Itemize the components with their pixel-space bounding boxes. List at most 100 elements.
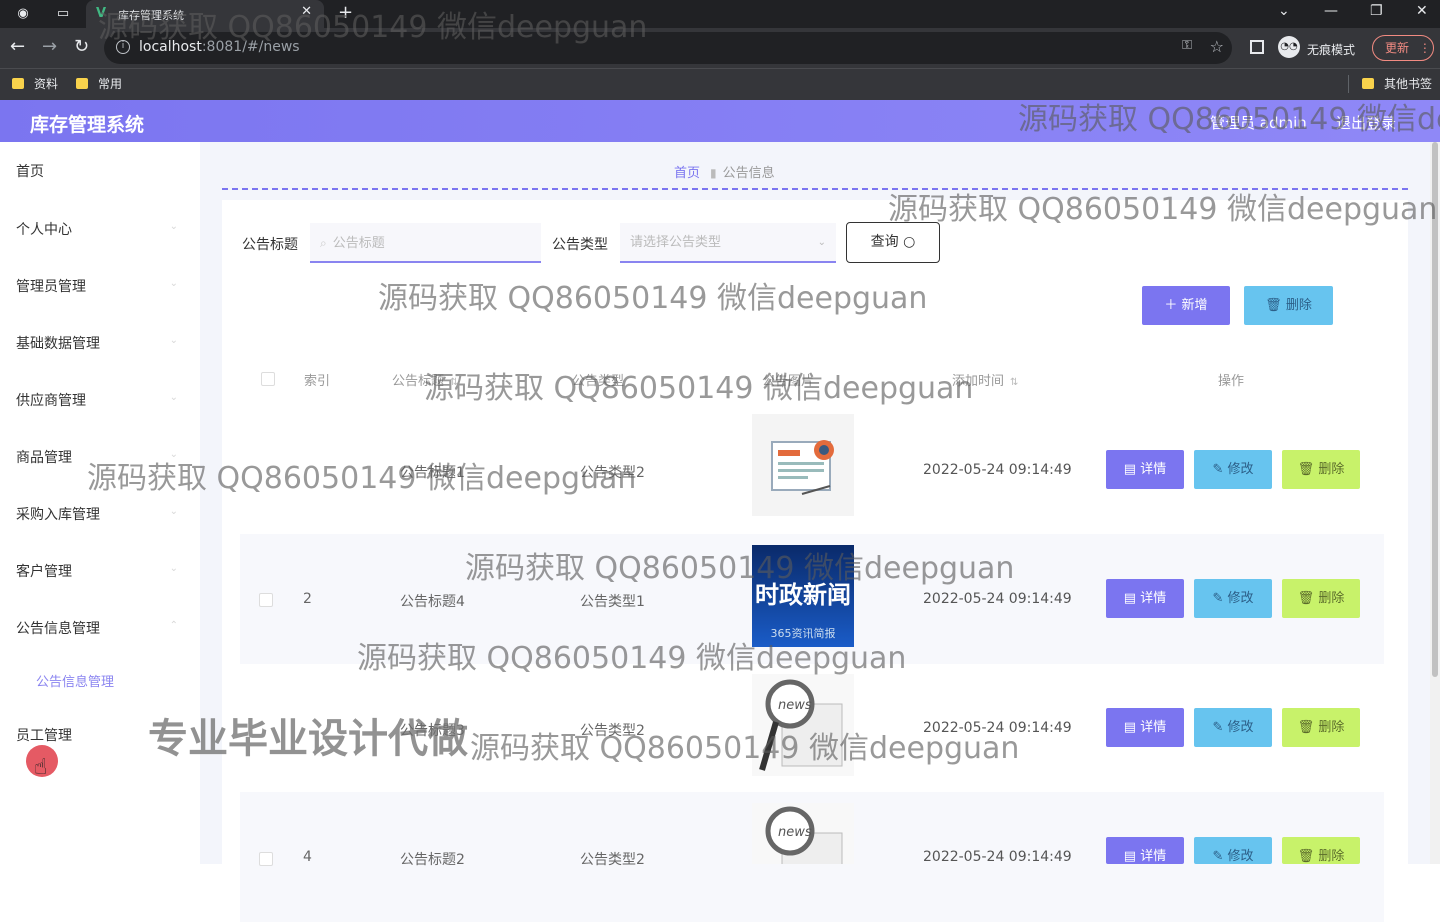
- tab-search-icon[interactable]: ▭: [54, 6, 72, 22]
- type-search-label: 公告类型: [552, 237, 608, 253]
- update-button[interactable]: 更新 ⋮: [1372, 35, 1434, 61]
- header-time[interactable]: 添加时间 ⇅: [952, 370, 1018, 389]
- document-icon: ▤: [1123, 720, 1137, 735]
- sidebar-item-profile[interactable]: 个人中心 ⌄: [16, 219, 186, 239]
- image-caption: 时政新闻: [755, 581, 851, 609]
- sort-icon[interactable]: ⇅: [450, 377, 458, 388]
- url-text[interactable]: localhost:8081/#/news: [139, 39, 300, 55]
- batch-delete-button[interactable]: 🗑 删除: [1244, 286, 1333, 325]
- bookmark-folder-changyong[interactable]: 常用: [76, 75, 122, 92]
- sort-icon[interactable]: ⇅: [1010, 377, 1018, 388]
- document-icon: ▤: [1123, 591, 1137, 606]
- cell-time: 2022-05-24 09:14:49: [923, 591, 1072, 607]
- edit-button[interactable]: ✎ 修改: [1194, 579, 1272, 618]
- watermark-banner: 专业毕业设计代做: [148, 716, 468, 762]
- title-search-label: 公告标题: [242, 237, 298, 253]
- cell-title: 公告标题4: [400, 594, 465, 610]
- trash-icon: 🗑: [1297, 720, 1315, 735]
- incognito-label[interactable]: 无痕模式: [1307, 41, 1355, 58]
- query-button[interactable]: 查询 ○: [846, 222, 940, 263]
- document-icon: ▤: [1123, 849, 1137, 864]
- delete-button[interactable]: 🗑 删除: [1282, 450, 1360, 489]
- breadcrumb: 首页 ▮ 公告信息: [674, 162, 775, 181]
- detail-button[interactable]: ▤ 详情: [1106, 708, 1184, 747]
- edit-icon: ✎: [1212, 591, 1224, 606]
- chevron-down-icon[interactable]: ⌄: [1278, 3, 1290, 19]
- detail-button[interactable]: ▤ 详情: [1106, 579, 1184, 618]
- sidebar-subitem-news-manage[interactable]: 公告信息管理: [36, 671, 114, 690]
- trash-icon: 🗑: [1265, 298, 1282, 313]
- cell-time: 2022-05-24 09:14:49: [923, 720, 1072, 736]
- cell-type: 公告类型2: [580, 852, 645, 868]
- folder-icon: [1362, 78, 1374, 89]
- image-subcaption: 365资讯简报: [770, 627, 836, 640]
- browser-toolbar: ← → ↻ i localhost:8081/#/news ⚿ ☆ ◔◔ 无痕模…: [0, 28, 1440, 68]
- cell-index: 2: [303, 591, 312, 607]
- sidebar-item-admin[interactable]: 管理员管理 ⌄: [16, 276, 186, 296]
- reload-icon[interactable]: ↻: [74, 37, 89, 57]
- vue-favicon-icon: V: [96, 6, 107, 21]
- cell-type: 公告类型2: [580, 465, 645, 481]
- delete-button[interactable]: 🗑 删除: [1282, 837, 1360, 864]
- sidebar-item-base-data[interactable]: 基础数据管理 ⌄: [16, 333, 186, 353]
- incognito-icon[interactable]: ◔◔: [1278, 36, 1300, 58]
- search-icon: ○: [903, 234, 916, 250]
- header-index: 索引: [304, 374, 331, 389]
- bookmark-folder-ziliao[interactable]: 资料: [12, 75, 58, 92]
- sidebar-item-supplier[interactable]: 供应商管理 ⌄: [16, 390, 186, 410]
- breadcrumb-divider: [222, 188, 1408, 190]
- edit-button[interactable]: ✎ 修改: [1194, 450, 1272, 489]
- back-icon[interactable]: ←: [10, 37, 25, 57]
- browser-tab[interactable]: V 库存管理系统 ✕: [86, 0, 324, 28]
- document-icon: ▤: [1123, 462, 1137, 477]
- new-tab-icon[interactable]: +: [338, 2, 353, 23]
- chevron-down-icon: ⌄: [169, 449, 178, 460]
- profile-icon[interactable]: ◉: [14, 6, 32, 22]
- bookmark-star-icon[interactable]: ☆: [1210, 37, 1224, 56]
- other-bookmarks[interactable]: 其他书签: [1362, 75, 1432, 92]
- type-select[interactable]: 请选择公告类型 ⌄: [620, 223, 836, 263]
- select-all-checkbox[interactable]: [261, 372, 275, 386]
- header-photo: 公告图片: [762, 374, 815, 389]
- app-header: 库存管理系统 管理员 admin 退出登录: [0, 100, 1440, 142]
- delete-button[interactable]: 🗑 删除: [1282, 708, 1360, 747]
- header-type: 公告类型: [572, 374, 625, 389]
- close-tab-icon[interactable]: ✕: [301, 4, 312, 19]
- site-info-icon[interactable]: i: [116, 40, 130, 54]
- sidebar-item-customer[interactable]: 客户管理 ⌄: [16, 561, 186, 581]
- bookmark-separator: [1348, 75, 1349, 93]
- breadcrumb-home[interactable]: 首页: [674, 166, 700, 181]
- sidebar-item-goods[interactable]: 商品管理 ⌄: [16, 447, 186, 467]
- logout-link[interactable]: 退出登录: [1336, 112, 1396, 133]
- delete-button[interactable]: 🗑 删除: [1282, 579, 1360, 618]
- forward-icon[interactable]: →: [42, 37, 57, 57]
- address-bar[interactable]: i localhost:8081/#/news ⚿ ☆: [104, 32, 1232, 64]
- edit-button[interactable]: ✎ 修改: [1194, 708, 1272, 747]
- chevron-down-icon: ⌄: [169, 563, 178, 574]
- side-panel-icon[interactable]: [1250, 40, 1264, 54]
- chevron-down-icon: ⌄: [169, 506, 178, 517]
- detail-button[interactable]: ▤ 详情: [1106, 837, 1184, 864]
- document-icon: ▮: [710, 166, 717, 180]
- key-icon[interactable]: ⚿: [1182, 38, 1192, 53]
- minimize-icon[interactable]: —: [1324, 3, 1338, 19]
- edit-icon: ✎: [1212, 462, 1224, 477]
- sidebar-item-purchase[interactable]: 采购入库管理 ⌄: [16, 504, 186, 524]
- add-button[interactable]: ＋ 新增: [1142, 286, 1230, 325]
- trash-icon: 🗑: [1297, 462, 1315, 477]
- app-title: 库存管理系统: [30, 114, 145, 136]
- close-window-icon[interactable]: ✕: [1416, 3, 1428, 19]
- cell-type: 公告类型2: [580, 723, 645, 739]
- restore-icon[interactable]: ❐: [1370, 3, 1383, 19]
- page-scrollbar[interactable]: [1430, 142, 1440, 864]
- header-title[interactable]: 公告标题 ⇅: [392, 370, 458, 389]
- sidebar-item-news[interactable]: 公告信息管理 ⌃: [16, 618, 186, 638]
- row-checkbox[interactable]: [259, 593, 273, 607]
- detail-button[interactable]: ▤ 详情: [1106, 450, 1184, 489]
- folder-icon: [76, 78, 88, 89]
- sidebar-item-home[interactable]: 首页: [16, 161, 186, 181]
- title-search-input[interactable]: ⌕ 公告标题: [310, 223, 541, 263]
- scrollbar-thumb[interactable]: [1432, 142, 1438, 677]
- edit-button[interactable]: ✎ 修改: [1194, 837, 1272, 864]
- cell-title: 公告标题2: [400, 852, 465, 868]
